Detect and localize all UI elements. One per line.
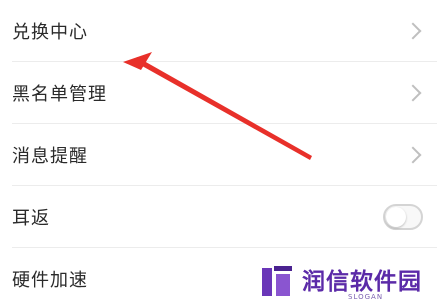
settings-item-notifications[interactable]: 消息提醒 [0,124,437,186]
watermark-slogan: SLOGAN [348,293,384,301]
watermark-brand: 润信软件园 [302,269,422,295]
chevron-right-icon [404,22,422,40]
settings-item-label: 硬件加速 [12,270,88,291]
chevron-right-icon [404,84,422,102]
settings-item-ear-return: 耳返 [0,186,437,248]
settings-item-exchange-center[interactable]: 兑换中心 [0,0,437,62]
watermark: 润信软件园 SLOGAN [252,258,437,307]
settings-item-label: 兑换中心 [12,22,88,43]
brand-logo-icon [262,266,292,296]
settings-item-blacklist[interactable]: 黑名单管理 [0,62,437,124]
settings-screen: 兑换中心 黑名单管理 消息提醒 耳返 硬件加速 润信软件园 SLOGAN [0,0,437,307]
toggle-knob [386,207,406,227]
chevron-right-icon [404,146,422,164]
settings-item-label: 消息提醒 [12,146,88,167]
ear-return-toggle[interactable] [383,204,423,230]
settings-item-label: 黑名单管理 [12,84,107,105]
settings-item-label: 耳返 [12,208,50,229]
